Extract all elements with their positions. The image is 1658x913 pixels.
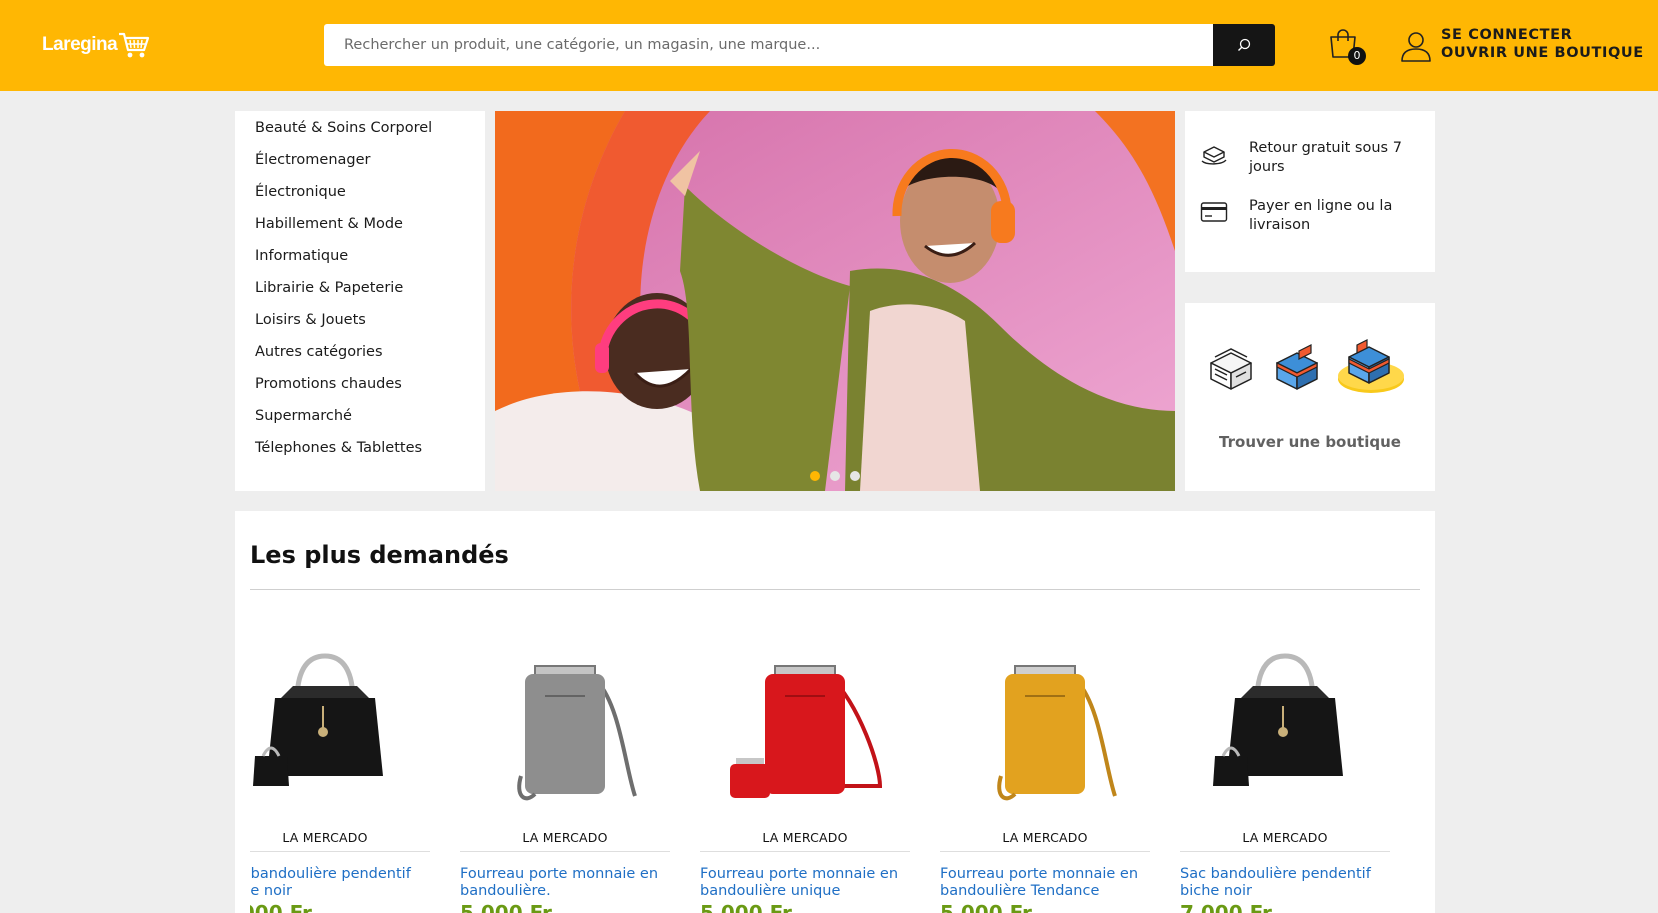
section-divider (250, 589, 1420, 590)
shop-icon-1 (1210, 348, 1252, 390)
product-card[interactable]: LA MERCADO Fourreau porte monnaie en ban… (460, 611, 670, 913)
category-item-electromenager[interactable]: Électromenager (235, 150, 485, 182)
product-card[interactable]: LA MERCADO Sac bandoulière pendentif bic… (250, 611, 430, 913)
search-icon (1238, 38, 1251, 51)
category-item-beaute[interactable]: Beauté & Soins Corporel (235, 118, 485, 150)
product-divider (250, 851, 430, 852)
cart-count-badge: 0 (1348, 47, 1366, 65)
carousel-dot-1[interactable] (810, 471, 820, 481)
product-name[interactable]: Sac bandoulière pendentif biche noir (1180, 866, 1380, 900)
shopping-cart-logo-icon (119, 32, 150, 58)
product-divider (940, 851, 1150, 852)
shop-illustrations (1203, 333, 1407, 395)
product-price: 7 000 Fr (1180, 901, 1272, 913)
find-store-card[interactable]: Trouver une boutique (1185, 303, 1435, 491)
category-item-informatique[interactable]: Informatique (235, 246, 485, 278)
feature-free-return-text: Retour gratuit sous 7 jours (1249, 140, 1402, 175)
product-shop: LA MERCADO (1002, 830, 1088, 845)
category-item-supermarche[interactable]: Supermarché (235, 406, 485, 438)
feature-payment: Payer en ligne ou la livraison (1199, 197, 1435, 235)
product-shop: LA MERCADO (282, 830, 368, 845)
account-links: SE CONNECTER OUVRIR UNE BOUTIQUE (1441, 27, 1644, 62)
feature-payment-text: Payer en ligne ou la livraison (1249, 198, 1393, 233)
product-name[interactable]: Sac bandoulière pendentif biche noir (250, 866, 420, 900)
category-menu: Beauté & Soins Corporel Électromenager É… (235, 111, 485, 491)
product-card[interactable]: LA MERCADO Sac bandoulière pendentif bic… (1180, 611, 1390, 913)
product-price: 5 000 Fr (700, 901, 792, 913)
carousel-dot-3[interactable] (850, 471, 860, 481)
find-store-label: Trouver une boutique (1219, 433, 1401, 451)
hero-banner[interactable] (495, 111, 1175, 491)
most-requested-section: Les plus demandés LA MERCADO Sac bandoul… (235, 511, 1435, 913)
product-shop: LA MERCADO (522, 830, 608, 845)
search-input[interactable] (324, 24, 1213, 66)
product-divider (1180, 851, 1390, 852)
product-divider (700, 851, 910, 852)
shop-icon-2 (1276, 344, 1318, 390)
section-title: Les plus demandés (250, 541, 509, 569)
category-item-librairie[interactable]: Librairie & Papeterie (235, 278, 485, 310)
product-name[interactable]: Fourreau porte monnaie en bandoulière un… (700, 866, 900, 900)
product-divider (460, 851, 670, 852)
credit-card-icon (1199, 197, 1229, 227)
category-item-loisirs[interactable]: Loisirs & Jouets (235, 310, 485, 342)
search-bar (324, 24, 1275, 66)
category-item-promotions[interactable]: Promotions chaudes (235, 374, 485, 406)
search-button[interactable] (1213, 24, 1275, 66)
features-panel: Retour gratuit sous 7 jours Payer en lig… (1185, 111, 1435, 272)
product-image (250, 611, 430, 831)
category-item-autres[interactable]: Autres catégories (235, 342, 485, 374)
product-carousel: LA MERCADO Sac bandoulière pendentif bic… (250, 611, 1420, 913)
product-shop: LA MERCADO (762, 830, 848, 845)
feature-free-return: Retour gratuit sous 7 jours (1199, 139, 1435, 177)
return-box-icon (1199, 139, 1229, 169)
category-item-electronique[interactable]: Électronique (235, 182, 485, 214)
carousel-dots (495, 471, 1175, 481)
product-price: 5 000 Fr (460, 901, 552, 913)
user-icon (1401, 32, 1431, 62)
product-image (700, 611, 910, 831)
logo[interactable]: Laregina (42, 28, 150, 62)
open-shop-link[interactable]: OUVRIR UNE BOUTIQUE (1441, 45, 1644, 62)
header: Laregina 0 SE CONNECTER OUVRIR UNE BOUTI… (0, 0, 1658, 91)
product-card[interactable]: LA MERCADO Fourreau porte monnaie en ban… (700, 611, 910, 913)
cart-button[interactable]: 0 (1328, 28, 1366, 66)
product-image (460, 611, 670, 831)
category-item-habillement[interactable]: Habillement & Mode (235, 214, 485, 246)
login-link[interactable]: SE CONNECTER (1441, 27, 1644, 44)
carousel-dot-2[interactable] (830, 471, 840, 481)
product-price: 7 000 Fr (250, 901, 312, 913)
logo-text: Laregina (42, 34, 118, 55)
product-image (1180, 611, 1390, 831)
shop-icon-3 (1338, 339, 1404, 393)
product-shop: LA MERCADO (1242, 830, 1328, 845)
banner-image (495, 111, 1175, 491)
product-price: 5 000 Fr (940, 901, 1032, 913)
product-card[interactable]: LA MERCADO Fourreau porte monnaie en ban… (940, 611, 1150, 913)
product-image (940, 611, 1150, 831)
product-name[interactable]: Fourreau porte monnaie en bandoulière Te… (940, 866, 1140, 900)
category-item-telephones[interactable]: Télephones & Tablettes (235, 438, 485, 470)
product-name[interactable]: Fourreau porte monnaie en bandoulière. (460, 866, 660, 900)
